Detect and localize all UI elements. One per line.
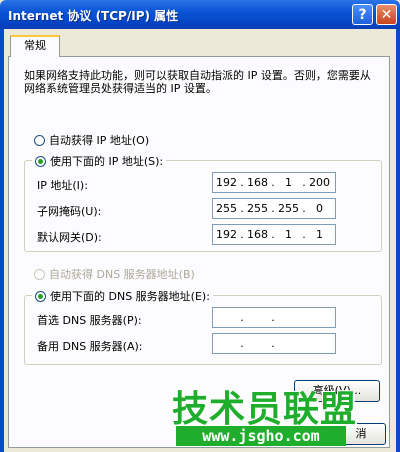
radio-auto-dns[interactable]: 自动获得 DNS 服务器地址(B) <box>34 266 195 282</box>
subnet-mask-field[interactable]: 255. 255. 255. 0 <box>212 198 336 219</box>
close-icon: ✕ <box>380 7 393 23</box>
octet[interactable]: 255 <box>244 202 271 215</box>
window-title: Internet 协议 (TCP/IP) 属性 <box>8 9 179 23</box>
radio-manual-dns[interactable]: 使用下面的 DNS 服务器地址(E): <box>32 288 213 304</box>
radio-manual-dns-label: 使用下面的 DNS 服务器地址(E): <box>50 290 210 303</box>
octet[interactable]: 1 <box>306 228 333 241</box>
default-gateway-label: 默认网关(D): <box>37 231 102 244</box>
octet[interactable]: 255 <box>275 202 302 215</box>
radio-circle <box>34 134 45 146</box>
radio-auto-dns-label: 自动获得 DNS 服务器地址(B) <box>49 268 195 281</box>
description-text: 如果网络支持此功能，则可以获取自动指派的 IP 设置。否则，您需要从网络系统管理… <box>24 69 371 95</box>
alternate-dns-label: 备用 DNS 服务器(A): <box>37 340 143 353</box>
dns-group-box <box>24 295 382 365</box>
octet[interactable]: 0 <box>306 202 333 215</box>
radio-manual-ip-label: 使用下面的 IP 地址(S): <box>50 155 164 168</box>
window-frame-left <box>0 29 4 452</box>
octet[interactable]: 255 <box>213 202 240 215</box>
octet[interactable]: 200 <box>306 176 333 189</box>
radio-auto-ip-label: 自动获得 IP 地址(O) <box>49 134 150 147</box>
window-frame-right <box>396 29 400 452</box>
default-gateway-field[interactable]: 192. 168. 1. 1 <box>212 224 336 245</box>
octet[interactable]: 1 <box>275 176 302 189</box>
title-bar[interactable]: Internet 协议 (TCP/IP) 属性 ? ✕ <box>0 0 400 29</box>
octet[interactable]: 192 <box>213 228 240 241</box>
radio-manual-ip[interactable]: 使用下面的 IP 地址(S): <box>32 153 167 169</box>
close-button[interactable]: ✕ <box>376 4 397 25</box>
tab-general[interactable]: 常规 <box>10 35 60 57</box>
help-button[interactable]: ? <box>352 4 373 25</box>
ip-address-field[interactable]: 192. 168. 1. 200 <box>212 172 336 193</box>
watermark-brand: 技术员联盟 <box>172 389 358 430</box>
watermark-url: www.jsgho.com <box>176 426 346 446</box>
subnet-mask-label: 子网掩码(U): <box>37 205 102 218</box>
radio-auto-ip[interactable]: 自动获得 IP 地址(O) <box>34 132 149 148</box>
alternate-dns-field[interactable]: . . <box>212 333 336 354</box>
octet[interactable]: 192 <box>213 176 240 189</box>
octet[interactable]: 168 <box>244 228 271 241</box>
octet[interactable]: 1 <box>275 228 302 241</box>
radio-circle-disabled <box>34 268 45 280</box>
radio-circle-checked <box>35 290 46 302</box>
help-icon: ? <box>358 7 367 23</box>
ip-address-label: IP 地址(I): <box>37 179 88 192</box>
preferred-dns-field[interactable]: . . <box>212 307 336 328</box>
preferred-dns-label: 首选 DNS 服务器(P): <box>37 314 142 327</box>
octet[interactable]: 168 <box>244 176 271 189</box>
radio-circle-checked <box>35 155 46 167</box>
